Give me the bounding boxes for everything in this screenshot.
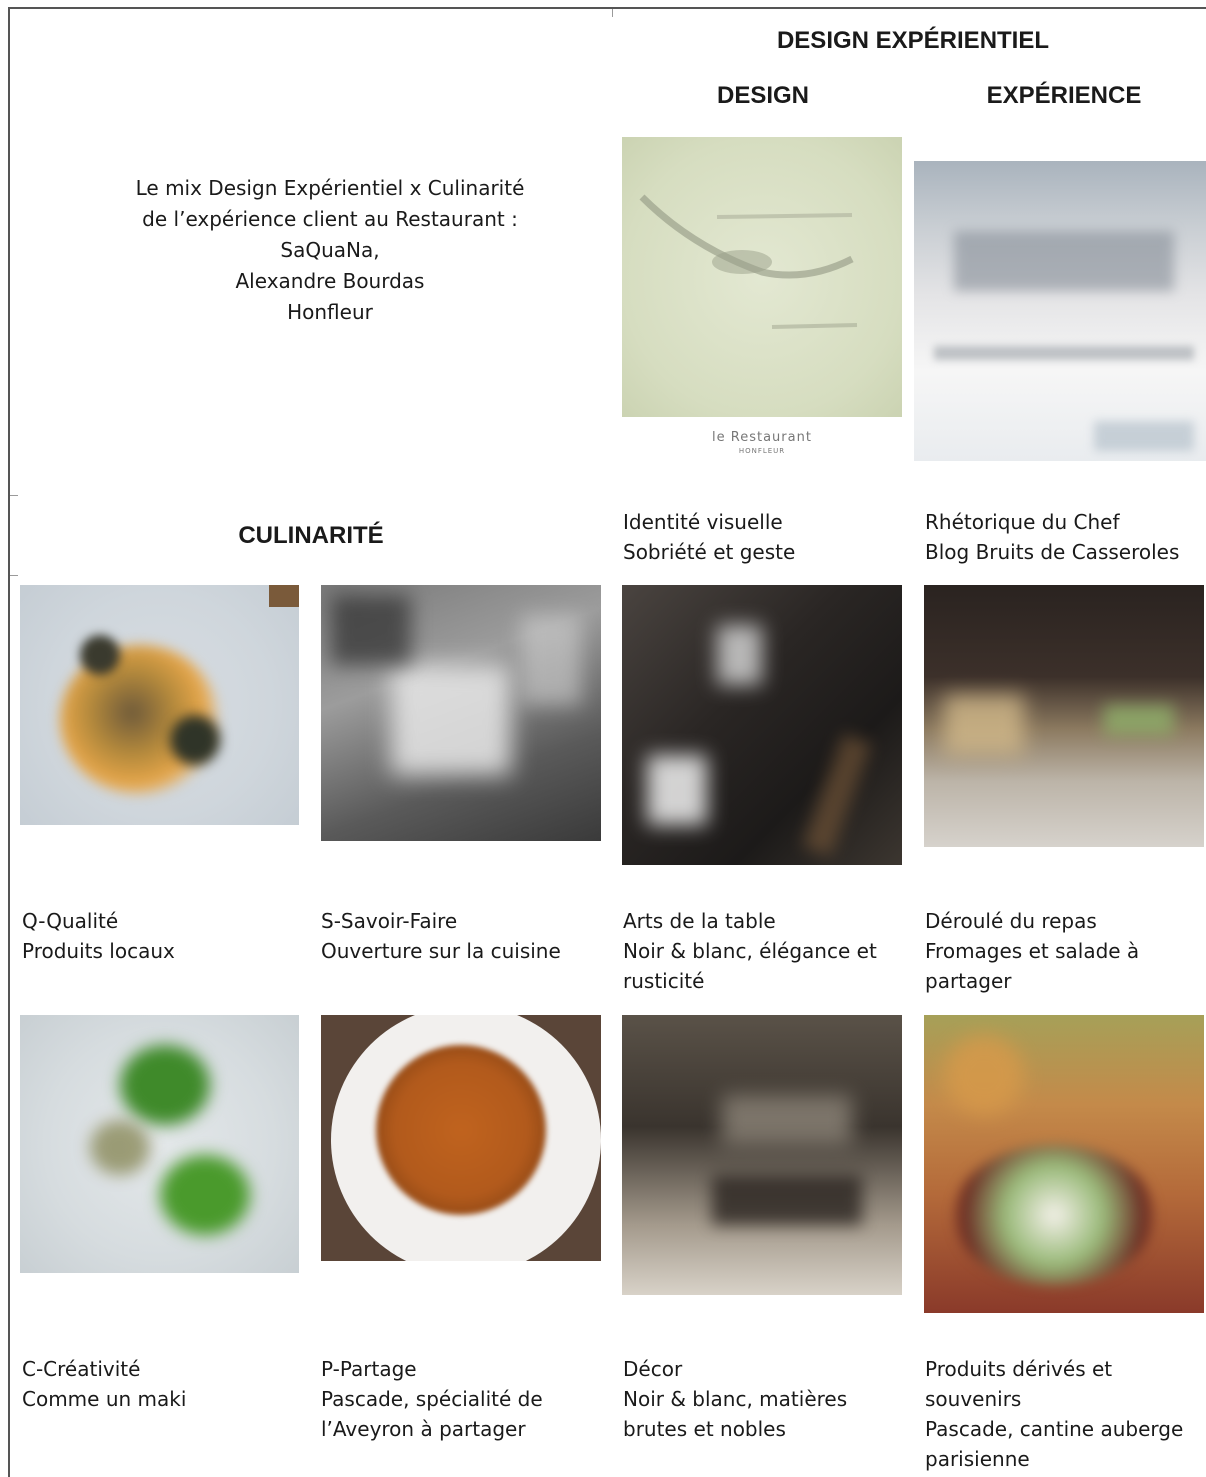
intro-text: Le mix Design Expérientiel x Culinarité … (60, 173, 600, 328)
intro-line: de l’expérience client au Restaurant : (142, 207, 518, 231)
caption-line: rusticité (623, 969, 705, 993)
caption-line: C-Créativité (22, 1357, 141, 1381)
caption-savoir-faire: S-Savoir-Faire Ouverture sur la cuisine (321, 906, 561, 966)
intro-line: Le mix Design Expérientiel x Culinarité (135, 176, 525, 200)
blog-image (914, 161, 1206, 461)
logo-caption: le Restaurant HONFLEUR (622, 430, 902, 455)
caption-line: P-Partage (321, 1357, 417, 1381)
caption-line: Décor (623, 1357, 683, 1381)
logo-image (622, 137, 902, 417)
logo-mark-icon (639, 194, 858, 329)
photo-deroule (924, 585, 1204, 847)
photo-decor (622, 1015, 902, 1295)
grid-tick (10, 575, 18, 576)
caption-partage: P-Partage Pascade, spécialité de l’Aveyr… (321, 1354, 543, 1444)
caption-identite: Identité visuelle Sobriété et geste (623, 507, 795, 567)
frame-top-border (8, 7, 1206, 9)
caption-deroule: Déroulé du repas Fromages et salade à pa… (925, 906, 1139, 996)
caption-produits: Produits dérivés et souvenirs Pascade, c… (925, 1354, 1183, 1474)
caption-line: Noir & blanc, matières (623, 1387, 848, 1411)
caption-line: Identité visuelle (623, 510, 783, 534)
intro-line: SaQuaNa, (280, 238, 380, 262)
caption-line: Fromages et salade à (925, 939, 1140, 963)
logo-name: le Restaurant (712, 430, 812, 445)
caption-line: Pascade, cantine auberge (925, 1417, 1184, 1441)
caption-line: S-Savoir-Faire (321, 909, 458, 933)
caption-line: souvenirs (925, 1387, 1022, 1411)
heading-experience: EXPÉRIENCE (986, 82, 1142, 109)
caption-line: Blog Bruits de Casseroles (925, 540, 1180, 564)
caption-creativite: C-Créativité Comme un maki (22, 1354, 186, 1414)
caption-line: brutes et nobles (623, 1417, 786, 1441)
photo-qualite (20, 585, 299, 825)
photo-partage (321, 1015, 601, 1261)
caption-line: Arts de la table (623, 909, 776, 933)
caption-line: Pascade, spécialité de (321, 1387, 543, 1411)
photo-produits (924, 1015, 1204, 1313)
grid-tick (612, 9, 613, 17)
caption-line: Noir & blanc, élégance et (623, 939, 877, 963)
caption-line: l’Aveyron à partager (321, 1417, 526, 1441)
photo-creativite (20, 1015, 299, 1273)
caption-line: Ouverture sur la cuisine (321, 939, 561, 963)
grid-tick (10, 495, 18, 496)
caption-line: Sobriété et geste (623, 540, 796, 564)
intro-line: Honfleur (287, 300, 373, 324)
caption-qualite: Q-Qualité Produits locaux (22, 906, 175, 966)
caption-line: partager (925, 969, 1012, 993)
caption-line: Produits dérivés et (925, 1357, 1113, 1381)
caption-line: Produits locaux (22, 939, 175, 963)
caption-line: Comme un maki (22, 1387, 187, 1411)
caption-arts-table: Arts de la table Noir & blanc, élégance … (623, 906, 877, 996)
caption-line: Rhétorique du Chef (925, 510, 1120, 534)
caption-rhetorique: Rhétorique du Chef Blog Bruits de Casser… (925, 507, 1179, 567)
frame-left-border (8, 7, 10, 1477)
intro-line: Alexandre Bourdas (235, 269, 425, 293)
photo-arts-table (622, 585, 902, 865)
heading-culinarite: CULINARITÉ (238, 522, 384, 549)
caption-decor: Décor Noir & blanc, matières brutes et n… (623, 1354, 847, 1444)
caption-line: parisienne (925, 1447, 1030, 1471)
caption-line: Q-Qualité (22, 909, 119, 933)
heading-design-experientiel: DESIGN EXPÉRIENTIEL (776, 27, 1050, 54)
logo-city: HONFLEUR (738, 447, 786, 455)
caption-line: Déroulé du repas (925, 909, 1097, 933)
heading-design: DESIGN (716, 82, 810, 109)
photo-savoir-faire (321, 585, 601, 841)
